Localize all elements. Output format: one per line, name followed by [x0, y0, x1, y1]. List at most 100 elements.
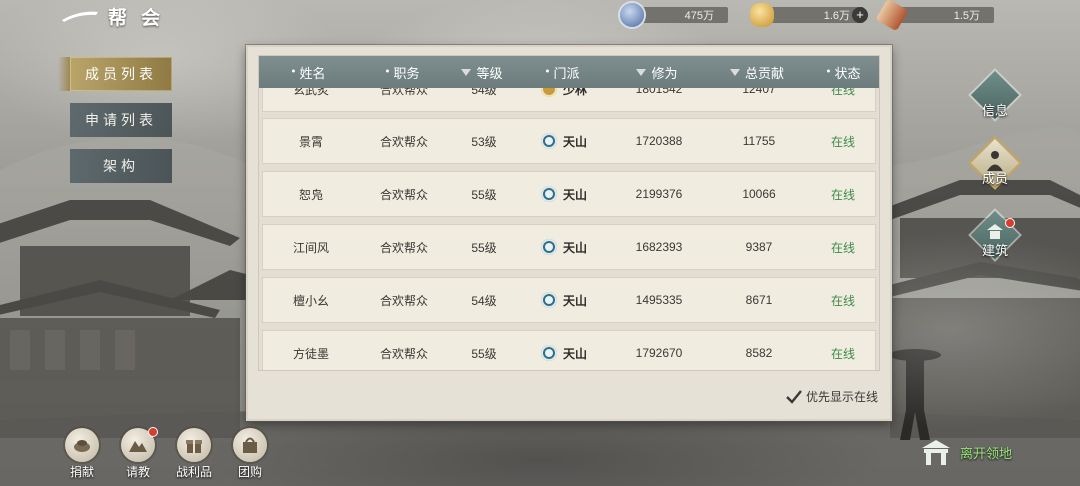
member-sect: 天山	[519, 172, 609, 216]
column-contribution-label: 总贡献	[744, 66, 784, 82]
column-role[interactable]: • 职务	[357, 56, 447, 88]
top-bar: 帮会 475万 1.6万 + 1.5万	[0, 0, 1080, 34]
page-title: 帮会	[108, 6, 175, 29]
sort-arrow-icon	[636, 68, 647, 76]
table-row[interactable]: 方徒墨 合欢帮众 55级 天山 1792670 8582 在线	[262, 330, 876, 370]
donate-label: 捐献	[69, 465, 94, 479]
tab-structure-label: 架构	[103, 159, 139, 175]
member-role: 合欢帮众	[379, 293, 428, 308]
table-row[interactable]: 檀小幺 合欢帮众 54级 天山 1495335 8671 在线	[262, 277, 876, 323]
member-level: 55级	[471, 240, 497, 255]
tab-member-list[interactable]: 成员列表	[58, 57, 172, 91]
member-role: 合欢帮众	[379, 240, 428, 255]
tianshan-icon	[540, 186, 557, 202]
column-role-label: 职务	[393, 66, 420, 82]
resource-gold[interactable]: 1.6万	[750, 3, 864, 27]
gold-ingot-icon	[750, 3, 774, 27]
consult-label: 请教	[125, 465, 150, 479]
scroll-token-icon	[875, 0, 909, 32]
column-cultivation-label: 修为	[651, 66, 678, 82]
tab-application-list-label: 申请列表	[85, 113, 157, 129]
resource-gold-value: 1.6万	[766, 7, 864, 23]
resource-silver[interactable]: 475万	[620, 3, 728, 27]
tianshan-icon	[540, 345, 557, 361]
member-role: 合欢帮众	[379, 346, 428, 361]
member-contribution: 11755	[742, 134, 776, 148]
member-status: 在线	[830, 240, 855, 255]
member-contribution: 8671	[745, 293, 773, 307]
member-name: 檀小幺	[292, 293, 329, 308]
brush-stroke-icon	[60, 8, 100, 24]
sort-arrow-icon	[461, 68, 472, 76]
donate-button[interactable]: 捐献	[62, 428, 102, 480]
shopping-icon	[243, 437, 257, 453]
column-cultivation[interactable]: 修为	[607, 56, 707, 88]
member-status: 在线	[830, 293, 855, 308]
add-resource-button[interactable]: +	[852, 7, 868, 23]
resource-scroll[interactable]: 1.5万	[875, 0, 994, 32]
member-level: 54级	[471, 88, 497, 97]
online-first-toggle[interactable]: 优先显示在线	[786, 388, 878, 405]
member-sect: 天山	[519, 331, 609, 370]
member-name: 方徒墨	[292, 346, 329, 361]
table-header: • 姓名 • 职务 等级 • 门派 修为 总贡献 • 状态	[259, 56, 879, 88]
tab-structure[interactable]: 架构	[70, 149, 172, 183]
member-sect-name: 少林	[562, 88, 587, 97]
nav-buildings[interactable]: 建筑	[970, 210, 1020, 260]
member-rows[interactable]: 玄武炙 合欢帮众 54级 少林 1801542 12407 在线 景霄 合欢帮众…	[262, 88, 876, 370]
group-buy-button[interactable]: 团购	[230, 428, 270, 480]
member-level: 55级	[471, 187, 497, 202]
member-contribution: 9387	[745, 240, 773, 254]
member-contribution: 8582	[745, 346, 773, 360]
table-row[interactable]: 景霄 合欢帮众 53级 天山 1720388 11755 在线	[262, 118, 876, 164]
column-status[interactable]: • 状态	[807, 56, 879, 88]
table-row[interactable]: 恕凫 合欢帮众 55级 天山 2199376 10066 在线	[262, 171, 876, 217]
tianshan-icon	[540, 239, 557, 255]
column-level[interactable]: 等级	[447, 56, 517, 88]
column-sect[interactable]: • 门派	[517, 56, 607, 88]
mountain-icon	[129, 441, 147, 452]
column-name[interactable]: • 姓名	[259, 56, 357, 88]
tab-application-list[interactable]: 申请列表	[70, 103, 172, 137]
member-cultivation: 2199376	[635, 187, 683, 201]
resource-silver-value: 475万	[636, 7, 728, 23]
tab-member-list-label: 成员列表	[85, 67, 157, 83]
member-level: 53级	[471, 134, 497, 149]
column-contribution[interactable]: 总贡献	[707, 56, 807, 88]
table-row[interactable]: 江间风 合欢帮众 55级 天山 1682393 9387 在线	[262, 224, 876, 270]
nav-info[interactable]: 信息	[970, 70, 1020, 120]
member-cultivation: 1792670	[635, 346, 683, 360]
leave-territory-label: 离开领地	[960, 446, 1013, 462]
member-level: 55级	[471, 346, 497, 361]
consult-button[interactable]: 请教	[118, 427, 158, 480]
member-sect-name: 天山	[562, 187, 587, 202]
member-cultivation: 1801542	[635, 88, 683, 96]
online-first-label: 优先显示在线	[805, 390, 878, 404]
member-contribution: 12407	[742, 88, 776, 96]
tianshan-icon	[540, 292, 557, 308]
loot-label: 战利品	[175, 465, 212, 479]
nav-members[interactable]: 成员	[970, 138, 1020, 188]
group-buy-label: 团购	[237, 465, 262, 479]
member-role: 合欢帮众	[379, 187, 428, 202]
member-status: 在线	[830, 187, 855, 202]
sort-arrow-icon	[729, 68, 740, 76]
loot-button[interactable]: 战利品	[174, 428, 214, 480]
checkmark-icon	[786, 389, 802, 404]
member-sect-name: 天山	[562, 240, 587, 255]
shaolin-icon	[540, 88, 557, 97]
notification-dot	[1005, 218, 1015, 228]
leave-territory-button[interactable]: 离开领地	[920, 438, 1012, 466]
member-contribution: 10066	[742, 187, 776, 201]
table-row[interactable]: 玄武炙 合欢帮众 54级 少林 1801542 12407 在线	[262, 88, 876, 112]
column-name-label: 姓名	[299, 66, 326, 82]
member-sect: 天山	[519, 119, 609, 163]
tianshan-icon	[540, 133, 557, 149]
member-sect-name: 天山	[562, 134, 587, 149]
nav-info-label: 信息	[981, 104, 1008, 119]
gate-icon	[922, 440, 950, 465]
member-cultivation: 1682393	[635, 240, 683, 254]
member-role: 合欢帮众	[379, 134, 428, 149]
member-status: 在线	[830, 346, 855, 361]
page-title-area: 帮会	[60, 2, 174, 30]
